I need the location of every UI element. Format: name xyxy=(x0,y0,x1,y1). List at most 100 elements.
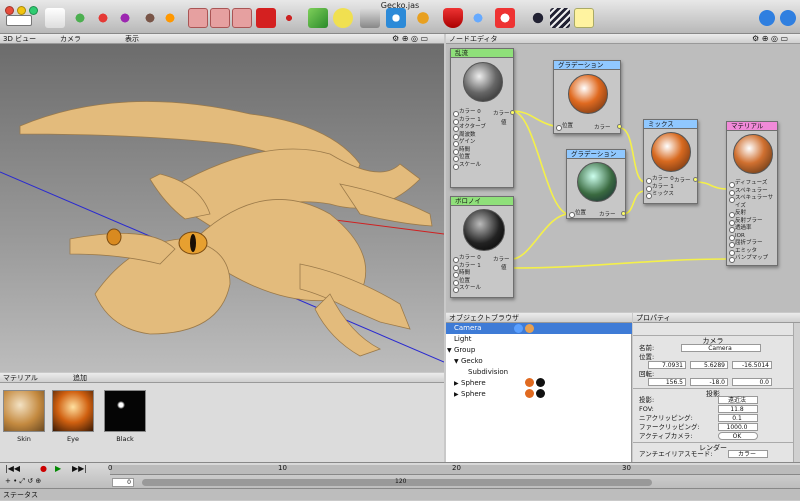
tree-item-light[interactable]: Light xyxy=(446,334,632,345)
node-output[interactable]: カラー xyxy=(594,123,611,131)
node-mix[interactable]: ミックス カラー 0 カラー 1 ミックス カラー xyxy=(643,119,698,204)
view-menu[interactable]: 表示 xyxy=(125,34,139,44)
notes-icon[interactable] xyxy=(574,8,594,28)
help-icon[interactable] xyxy=(778,8,798,28)
render-icon[interactable] xyxy=(386,8,406,28)
rotation-y-field[interactable]: -18.0 xyxy=(690,378,728,386)
antialias-select[interactable]: カラー xyxy=(728,450,768,458)
node-input[interactable]: カラー 0 xyxy=(451,255,481,263)
node-turbulence[interactable]: 乱流 カラー 0 カラー 1 オクターブ 周波数 ゲイン 時間 位置 スケール … xyxy=(450,48,515,188)
texture-icon[interactable] xyxy=(550,8,570,28)
goto-start-icon[interactable]: |◀◀ xyxy=(5,464,20,473)
node-input[interactable]: 屈折ブラー xyxy=(727,240,777,248)
rotation-x-field[interactable]: 156.5 xyxy=(648,378,686,386)
record-icon[interactable]: ● xyxy=(40,464,47,473)
properties-scrollbar[interactable] xyxy=(793,323,800,462)
node-input[interactable]: 透過率 xyxy=(727,225,777,233)
material-thumb-black[interactable] xyxy=(104,390,146,432)
projection-select[interactable]: 遠近法 xyxy=(718,396,758,404)
move-tool-icon[interactable] xyxy=(70,8,90,28)
fov-field[interactable]: 11.8 xyxy=(718,405,758,413)
node-output[interactable]: カラー xyxy=(674,176,691,184)
output-port-icon[interactable] xyxy=(510,110,515,115)
shield-icon[interactable] xyxy=(443,8,463,28)
material-tag-icon[interactable] xyxy=(525,389,534,398)
snap-tool-icon[interactable] xyxy=(160,8,180,28)
tree-item-gecko[interactable]: ▼ Gecko xyxy=(446,356,632,367)
node-input[interactable]: ゲイン xyxy=(451,139,515,147)
node-input[interactable]: 反射ブラー xyxy=(727,218,777,225)
3d-viewport[interactable] xyxy=(0,44,444,372)
visibility-icon[interactable] xyxy=(514,324,523,333)
node-input[interactable]: スケール xyxy=(451,162,515,169)
position-y-field[interactable]: 5.6289 xyxy=(690,361,728,369)
tree-item-subdivision[interactable]: Subdivision xyxy=(446,367,632,378)
node-input[interactable]: 時間 xyxy=(451,270,481,278)
node-input[interactable]: 周波数 xyxy=(451,132,515,139)
node-gradient-1[interactable]: グラデーション 位置 カラー xyxy=(553,60,622,134)
node-input[interactable]: 位置 xyxy=(554,123,573,131)
material-tag-icon[interactable] xyxy=(525,378,534,387)
environment-icon[interactable] xyxy=(528,8,548,28)
node-voronoi[interactable]: ボロノイ カラー 0 カラー 1 時間 位置 スケール カラー 値 xyxy=(450,196,514,298)
node-input[interactable]: カラー 1 xyxy=(451,263,481,270)
node-input[interactable]: バンプマップ xyxy=(727,255,777,263)
output-port-icon[interactable] xyxy=(617,124,622,129)
node-input[interactable]: 位置 xyxy=(451,278,481,285)
play-icon[interactable]: ▶ xyxy=(55,464,61,473)
cube-flat-icon[interactable] xyxy=(232,8,252,28)
cube-grid-icon[interactable] xyxy=(210,8,230,28)
node-input[interactable]: スケール xyxy=(451,285,481,293)
node-input[interactable]: 位置 xyxy=(451,154,515,162)
pivot-tool-icon[interactable] xyxy=(140,8,160,28)
cube-solid-icon[interactable] xyxy=(256,8,276,28)
node-material[interactable]: マテリアル ディフューズ スペキュラー スペキュラーサイズ 反射 反射ブラー 透… xyxy=(726,121,778,266)
expand-icon[interactable]: ▶ xyxy=(454,389,459,400)
frame-field[interactable]: 0 xyxy=(112,478,134,487)
node-editor[interactable]: 乱流 カラー 0 カラー 1 オクターブ 周波数 ゲイン 時間 位置 スケール … xyxy=(446,44,800,312)
axis-icon[interactable] xyxy=(279,8,299,28)
material-thumb-skin[interactable] xyxy=(3,390,45,432)
timeline[interactable]: 0 10 20 30 |◀◀ ● ▶ ▶▶| + • ⤢ ↺ ⊕ 0 120 xyxy=(0,462,800,488)
node-input[interactable]: カラー 1 xyxy=(644,184,674,191)
expand-icon[interactable]: ▼ xyxy=(454,356,459,367)
node-gradient-2[interactable]: グラデーション 位置 カラー xyxy=(566,149,626,219)
material-tag-icon[interactable] xyxy=(536,389,545,398)
extrude-icon[interactable] xyxy=(308,8,328,28)
expand-icon[interactable]: ▼ xyxy=(447,345,452,356)
position-x-field[interactable]: 7.0931 xyxy=(648,361,686,369)
node-output[interactable]: カラー xyxy=(493,109,510,117)
node-output[interactable]: カラー xyxy=(599,210,616,218)
node-editor-settings-icon[interactable]: ⚙ ⊕ ◎ ▭ xyxy=(752,34,788,44)
node-input[interactable]: 位置 xyxy=(567,210,586,218)
tree-item-group[interactable]: ▼ Group xyxy=(446,345,632,356)
node-output[interactable]: 値 xyxy=(501,118,507,126)
node-input[interactable]: スペキュラー xyxy=(727,188,777,195)
sculpt-icon[interactable] xyxy=(333,8,353,28)
name-field[interactable]: Camera xyxy=(681,344,761,352)
node-input[interactable]: ミックス xyxy=(644,191,674,199)
position-z-field[interactable]: -16.5014 xyxy=(732,361,772,369)
physics-icon[interactable] xyxy=(468,8,488,28)
render-region-icon[interactable] xyxy=(360,8,380,28)
node-input[interactable]: IOR xyxy=(727,233,777,240)
node-input[interactable]: カラー 0 xyxy=(644,176,674,184)
zoom-icon[interactable] xyxy=(29,6,38,15)
node-input[interactable]: 時間 xyxy=(451,147,515,154)
material-tag-icon[interactable] xyxy=(525,324,534,333)
layout-selector[interactable] xyxy=(6,15,32,26)
near-clip-field[interactable]: 0.1 xyxy=(718,414,758,422)
node-input[interactable]: スペキュラーサイズ xyxy=(727,195,777,210)
active-camera-button[interactable]: OK xyxy=(718,432,758,440)
rotation-z-field[interactable]: 0.0 xyxy=(732,378,772,386)
scale-tool-icon[interactable] xyxy=(115,8,135,28)
far-clip-field[interactable]: 1000.0 xyxy=(718,423,758,431)
material-tag-icon[interactable] xyxy=(536,378,545,387)
goto-end-icon[interactable]: ▶▶| xyxy=(72,464,87,473)
select-tool-icon[interactable] xyxy=(45,8,65,28)
node-input[interactable]: 反射 xyxy=(727,210,777,218)
rotate-tool-icon[interactable] xyxy=(93,8,113,28)
info-icon[interactable] xyxy=(757,8,777,28)
minimize-icon[interactable] xyxy=(17,6,26,15)
material-thumb-eye[interactable] xyxy=(52,390,94,432)
